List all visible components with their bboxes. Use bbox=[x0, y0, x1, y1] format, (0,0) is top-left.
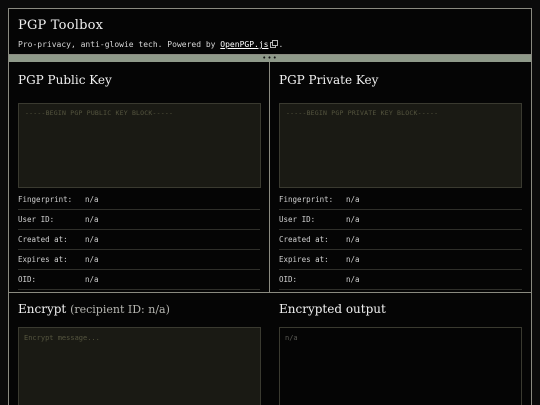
private-created-value: n/a bbox=[346, 235, 360, 244]
encrypt-message-input[interactable]: Encrypt message... bbox=[18, 327, 261, 405]
openpgp-link[interactable]: OpenPGP.js bbox=[220, 40, 268, 49]
public-oid-row: OID: n/a bbox=[18, 270, 260, 290]
tagline-period: . bbox=[278, 40, 284, 49]
public-oid-label: OID: bbox=[18, 275, 37, 284]
encrypt-row: Encrypt (recipient ID: n/a) Encrypt mess… bbox=[9, 293, 531, 405]
private-userid-label: User ID: bbox=[279, 215, 316, 224]
public-key-input[interactable]: -----BEGIN PGP PUBLIC KEY BLOCK----- bbox=[18, 103, 261, 188]
private-key-input[interactable]: -----BEGIN PGP PRIVATE KEY BLOCK----- bbox=[279, 103, 522, 188]
encrypt-title: Encrypt (recipient ID: n/a) bbox=[18, 302, 261, 318]
public-userid-value: n/a bbox=[85, 215, 99, 224]
public-userid-label: User ID: bbox=[18, 215, 55, 224]
private-created-row: Created at: n/a bbox=[279, 230, 522, 250]
public-created-row: Created at: n/a bbox=[18, 230, 260, 250]
public-expires-label: Expires at: bbox=[18, 255, 68, 264]
private-userid-row: User ID: n/a bbox=[279, 210, 522, 230]
public-created-value: n/a bbox=[85, 235, 99, 244]
private-expires-value: n/a bbox=[346, 255, 360, 264]
encrypted-output[interactable]: n/a bbox=[279, 327, 522, 405]
private-fingerprint-row: Fingerprint: n/a bbox=[279, 190, 522, 210]
recipient-id: (recipient ID: n/a) bbox=[70, 303, 170, 316]
private-key-panel: PGP Private Key -----BEGIN PGP PRIVATE K… bbox=[270, 62, 531, 292]
private-expires-row: Expires at: n/a bbox=[279, 250, 522, 270]
drag-dots-icon: ••• bbox=[262, 54, 278, 62]
private-oid-label: OID: bbox=[279, 275, 298, 284]
encrypt-label: Encrypt bbox=[18, 302, 67, 316]
tagline-text: Pro-privacy, anti-glowie tech. Powered b… bbox=[18, 40, 221, 49]
public-created-label: Created at: bbox=[18, 235, 68, 244]
public-fingerprint-row: Fingerprint: n/a bbox=[18, 190, 260, 210]
private-created-label: Created at: bbox=[279, 235, 329, 244]
public-expires-row: Expires at: n/a bbox=[18, 250, 260, 270]
public-oid-value: n/a bbox=[85, 275, 99, 284]
app-title: PGP Toolbox bbox=[18, 18, 104, 33]
public-key-title: PGP Public Key bbox=[18, 73, 112, 87]
resize-handle[interactable]: ••• bbox=[9, 55, 531, 62]
app-header: PGP Toolbox Pro-privacy, anti-glowie tec… bbox=[9, 9, 531, 55]
public-fingerprint-value: n/a bbox=[85, 195, 99, 204]
private-userid-value: n/a bbox=[346, 215, 360, 224]
private-fingerprint-value: n/a bbox=[346, 195, 360, 204]
private-oid-value: n/a bbox=[346, 275, 360, 284]
private-fingerprint-label: Fingerprint: bbox=[279, 195, 334, 204]
private-expires-label: Expires at: bbox=[279, 255, 329, 264]
public-fingerprint-label: Fingerprint: bbox=[18, 195, 73, 204]
private-oid-row: OID: n/a bbox=[279, 270, 522, 290]
private-key-title: PGP Private Key bbox=[279, 73, 379, 87]
public-expires-value: n/a bbox=[85, 255, 99, 264]
output-title: Encrypted output bbox=[279, 302, 386, 316]
app-frame: PGP Toolbox Pro-privacy, anti-glowie tec… bbox=[8, 8, 532, 405]
public-key-panel: PGP Public Key -----BEGIN PGP PUBLIC KEY… bbox=[9, 62, 270, 292]
output-panel: Encrypted output n/a bbox=[270, 293, 531, 405]
keys-row: PGP Public Key -----BEGIN PGP PUBLIC KEY… bbox=[9, 62, 531, 293]
app-tagline: Pro-privacy, anti-glowie tech. Powered b… bbox=[18, 39, 522, 49]
encrypt-panel: Encrypt (recipient ID: n/a) Encrypt mess… bbox=[9, 293, 270, 405]
external-link-icon[interactable] bbox=[270, 40, 279, 48]
public-userid-row: User ID: n/a bbox=[18, 210, 260, 230]
